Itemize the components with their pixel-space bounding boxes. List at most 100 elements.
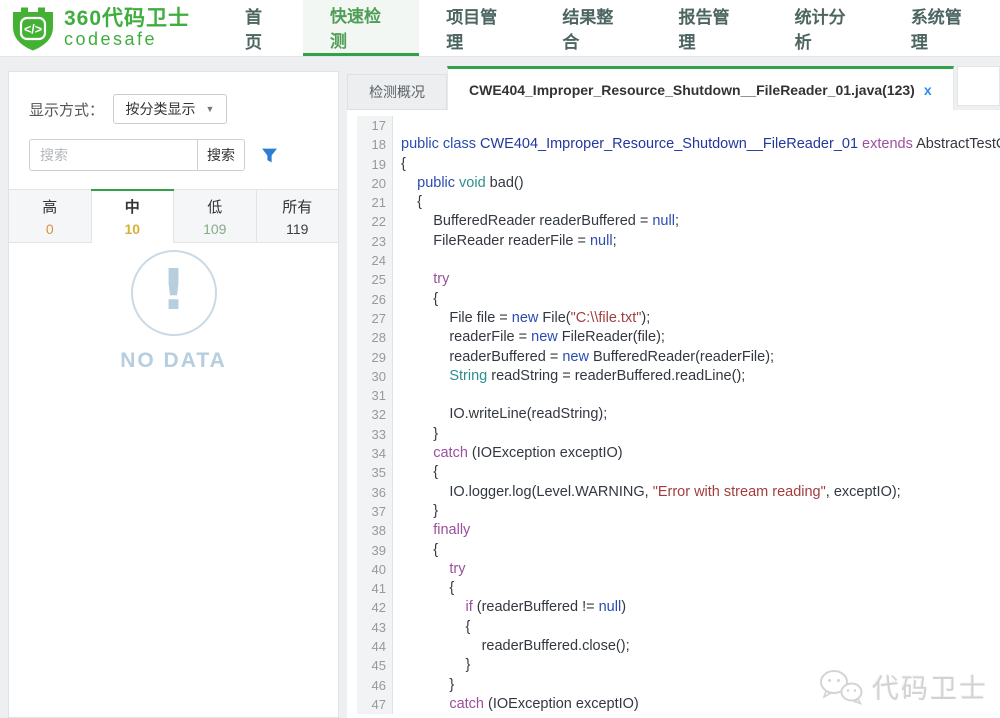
nav-item-4[interactable]: 结果整合: [535, 0, 651, 56]
app-logo: </> 360代码卫士 codesafe: [0, 0, 218, 56]
code-line: 33 }: [357, 424, 1000, 445]
code-viewer[interactable]: 17 18 public class CWE404_Improper_Resourc…: [347, 110, 1000, 718]
line-number: 31: [357, 386, 393, 406]
severity-tab-4[interactable]: 所有 119: [257, 190, 339, 242]
code-line-text: if (readerBuffered != null): [465, 599, 627, 616]
code-line-text: File file = new File("C:\\file.txt");: [401, 309, 651, 326]
nav-item-7[interactable]: 系统管理: [884, 0, 1000, 56]
severity-tabs: 高 0 中 10 低 109 所有 119: [9, 189, 338, 243]
filter-button[interactable]: [261, 147, 278, 164]
severity-tab-label: 高: [42, 198, 58, 216]
line-number: 38: [357, 521, 393, 541]
logo-text: 360代码卫士 codesafe: [64, 7, 190, 49]
nav-item-6[interactable]: 统计分析: [768, 0, 884, 56]
nav-item-label: 首页: [244, 8, 262, 52]
nav-item-label: 系统管理: [910, 8, 962, 52]
code-line: 44 readerBuffered.close();: [357, 637, 1000, 657]
code-area: 17 18 public class CWE404_Improper_Resourc…: [357, 116, 1000, 715]
file-tab-label: CWE404_Improper_Resource_Shutdown__FileR…: [469, 81, 915, 98]
code-line: 29 readerBuffered = new BufferedReader(r…: [357, 347, 1000, 367]
svg-text:</>: </>: [24, 23, 42, 37]
code-line-text: BufferedReader readerBuffered = null;: [401, 213, 679, 230]
severity-tab-label: 低: [207, 198, 223, 216]
no-data-text: NO DATA: [120, 349, 227, 372]
empty-state: ! NO DATA: [9, 250, 338, 373]
display-mode-select[interactable]: 按分类显示 ▼: [113, 94, 228, 124]
file-tab-label: 检测概况: [369, 84, 425, 100]
nav-items: 首页 快速检测 项目管理 结果整合 报告管理 统计分析 系统管理: [218, 0, 1000, 56]
line-number: 43: [357, 617, 393, 638]
line-number: 47: [357, 694, 393, 715]
code-line-text: FileReader readerFile = null;: [401, 232, 617, 249]
severity-tab-2[interactable]: 中 10: [90, 189, 174, 243]
display-mode-row: 显示方式： 按分类显示 ▼: [29, 94, 338, 124]
nav-item-label: 统计分析: [794, 8, 846, 52]
code-line-text: readerBuffered = new BufferedReader(read…: [401, 348, 775, 365]
severity-tab-count: 10: [124, 220, 141, 237]
line-number: 19: [357, 154, 393, 174]
line-number: 39: [357, 540, 393, 560]
shield-logo-icon: </>: [13, 7, 53, 51]
code-line-text: {: [401, 618, 471, 635]
close-tab-icon[interactable]: x: [924, 82, 932, 98]
search-input[interactable]: [29, 139, 197, 171]
line-number: 42: [357, 598, 393, 618]
code-line: 30 String readString = readerBuffered.re…: [357, 366, 1000, 387]
line-number: 24: [357, 251, 393, 271]
code-line-text: readerFile = new FileReader(file);: [401, 329, 665, 346]
exclamation-glyph: !: [160, 258, 187, 323]
nav-item-2[interactable]: 快速检测: [303, 0, 420, 56]
nav-item-label: 快速检测: [330, 6, 382, 51]
code-line: 39 {: [357, 540, 1000, 560]
nav-item-label: 项目管理: [446, 8, 498, 52]
code-line: 37 }: [357, 501, 1000, 522]
tab-bar-filler: [956, 66, 1000, 106]
filter-funnel-icon: [262, 148, 277, 162]
line-number: 27: [357, 308, 393, 329]
code-line-text: {: [401, 290, 439, 307]
code-line-text: String readString = readerBuffered.readL…: [449, 367, 746, 384]
nav-item-label: 报告管理: [678, 8, 730, 52]
code-line-text: try: [433, 271, 450, 288]
line-number: 40: [357, 559, 393, 580]
nav-item-1[interactable]: 首页: [218, 0, 303, 56]
code-line-text: }: [401, 657, 471, 674]
line-number: 22: [357, 212, 393, 232]
line-number: 36: [357, 482, 393, 502]
nav-item-3[interactable]: 项目管理: [419, 0, 535, 56]
code-line: 32 IO.writeLine(readString);: [357, 405, 1000, 425]
line-number: 29: [357, 347, 393, 367]
code-line-text: catch (IOException exceptIO): [433, 445, 623, 462]
code-line: 26 {: [357, 289, 1000, 309]
code-line: 47 catch (IOException exceptIO): [357, 694, 1000, 715]
file-tab-1[interactable]: 检测概况: [347, 74, 447, 110]
severity-tab-count: 109: [203, 220, 227, 237]
main-panel: 检测概况 CWE404_Improper_Resource_Shutdown__F…: [347, 66, 1000, 718]
line-number: 46: [357, 675, 393, 695]
line-number: 20: [357, 173, 393, 194]
code-line: 38 finally: [357, 521, 1000, 541]
line-number: 17: [357, 116, 393, 136]
code-line: 43 {: [357, 617, 1000, 638]
code-line-text: catch (IOException exceptIO): [449, 695, 639, 712]
code-line: 34 catch (IOException exceptIO): [357, 444, 1000, 464]
code-line-text: {: [401, 464, 439, 481]
severity-tab-1[interactable]: 高0: [9, 190, 92, 242]
code-line-text: IO.writeLine(readString);: [401, 406, 608, 423]
chevron-down-icon: ▼: [205, 104, 215, 114]
severity-tab-count: 0: [45, 220, 54, 237]
line-number: 30: [357, 366, 393, 387]
line-number: 45: [357, 656, 393, 676]
file-tab-2[interactable]: CWE404_Improper_Resource_Shutdown__FileR…: [447, 66, 954, 110]
code-line-text: {: [401, 155, 406, 172]
code-line: 41 {: [357, 579, 1000, 599]
nav-item-5[interactable]: 报告管理: [652, 0, 768, 56]
brand-title-en: codesafe: [64, 28, 158, 49]
code-line-text: IO.logger.log(Level.WARNING, "Error with…: [401, 483, 901, 500]
search-button[interactable]: 搜索: [197, 139, 245, 171]
severity-tab-3[interactable]: 低 109: [174, 190, 257, 242]
code-line-text: {: [401, 541, 439, 558]
